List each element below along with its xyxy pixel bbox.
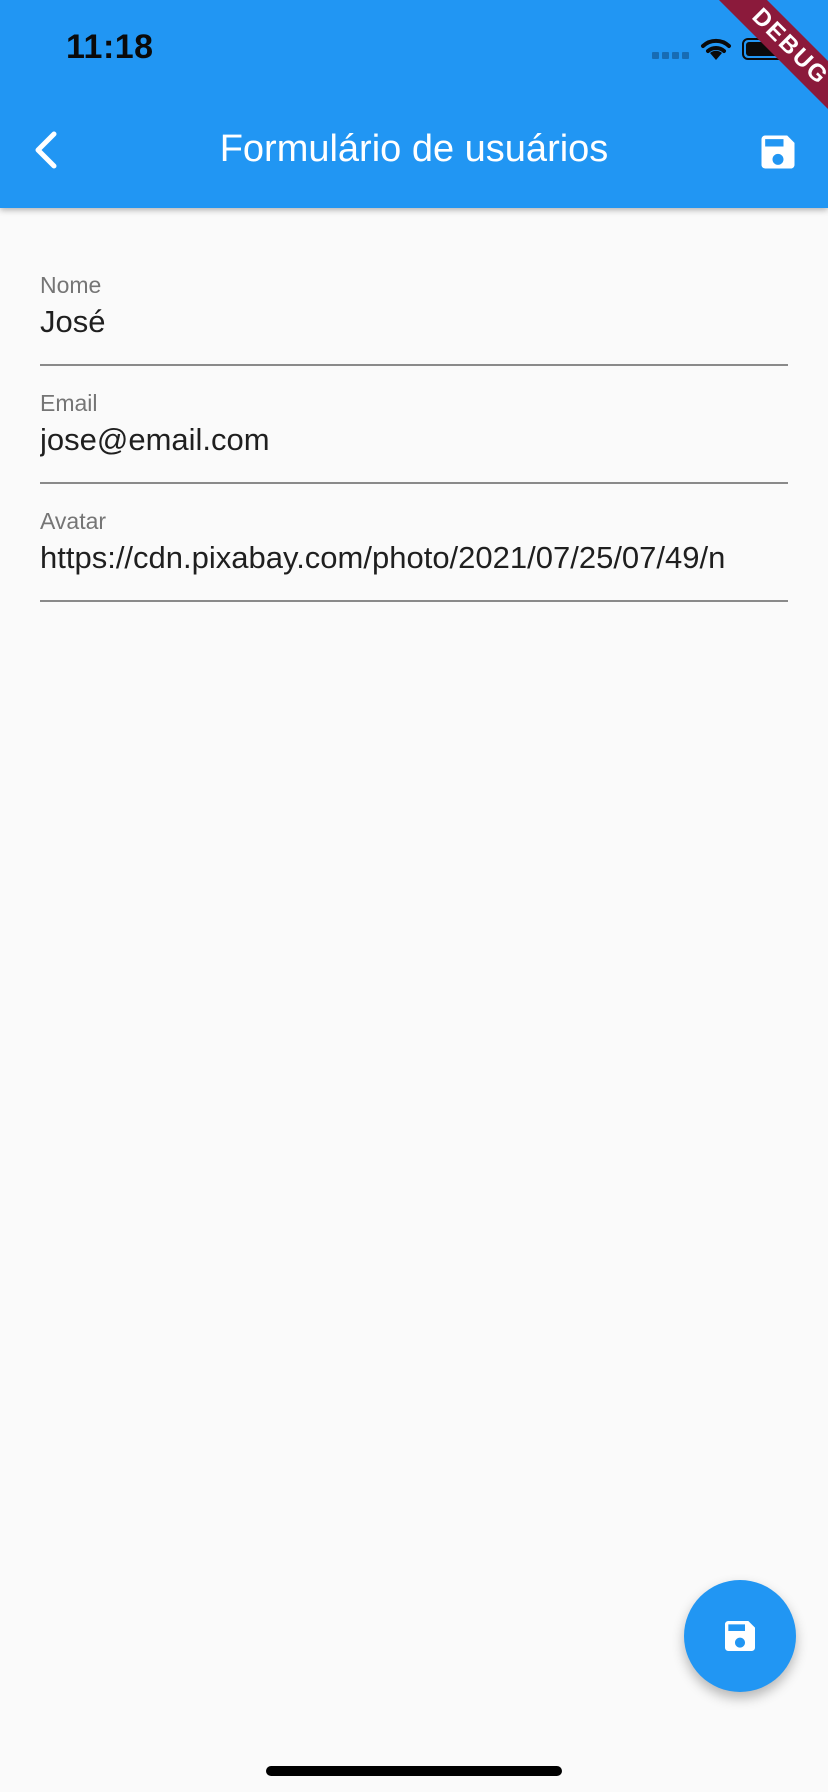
status-time: 11:18 <box>66 28 154 66</box>
name-field-group: Nome <box>40 208 788 366</box>
app-bar: 11:18 Formulário de usuários <box>0 0 828 208</box>
wifi-icon <box>701 38 731 60</box>
user-form: Nome Email Avatar <box>40 208 788 602</box>
save-fab-button[interactable] <box>684 1580 796 1692</box>
avatar-field-group: Avatar <box>40 444 788 602</box>
save-icon <box>761 135 795 169</box>
home-indicator <box>266 1766 562 1776</box>
cellular-signal-icon <box>652 52 692 60</box>
avatar-input[interactable] <box>40 536 788 580</box>
avatar-underline <box>40 600 788 602</box>
save-action-button[interactable] <box>756 130 800 174</box>
email-field-group: Email <box>40 326 788 484</box>
page-title: Formulário de usuários <box>219 128 609 170</box>
save-icon <box>725 1621 755 1651</box>
chevron-left-icon <box>35 131 57 169</box>
name-label: Nome <box>40 272 102 298</box>
back-button[interactable] <box>24 126 72 174</box>
avatar-label: Avatar <box>40 508 107 534</box>
email-label: Email <box>40 390 98 416</box>
